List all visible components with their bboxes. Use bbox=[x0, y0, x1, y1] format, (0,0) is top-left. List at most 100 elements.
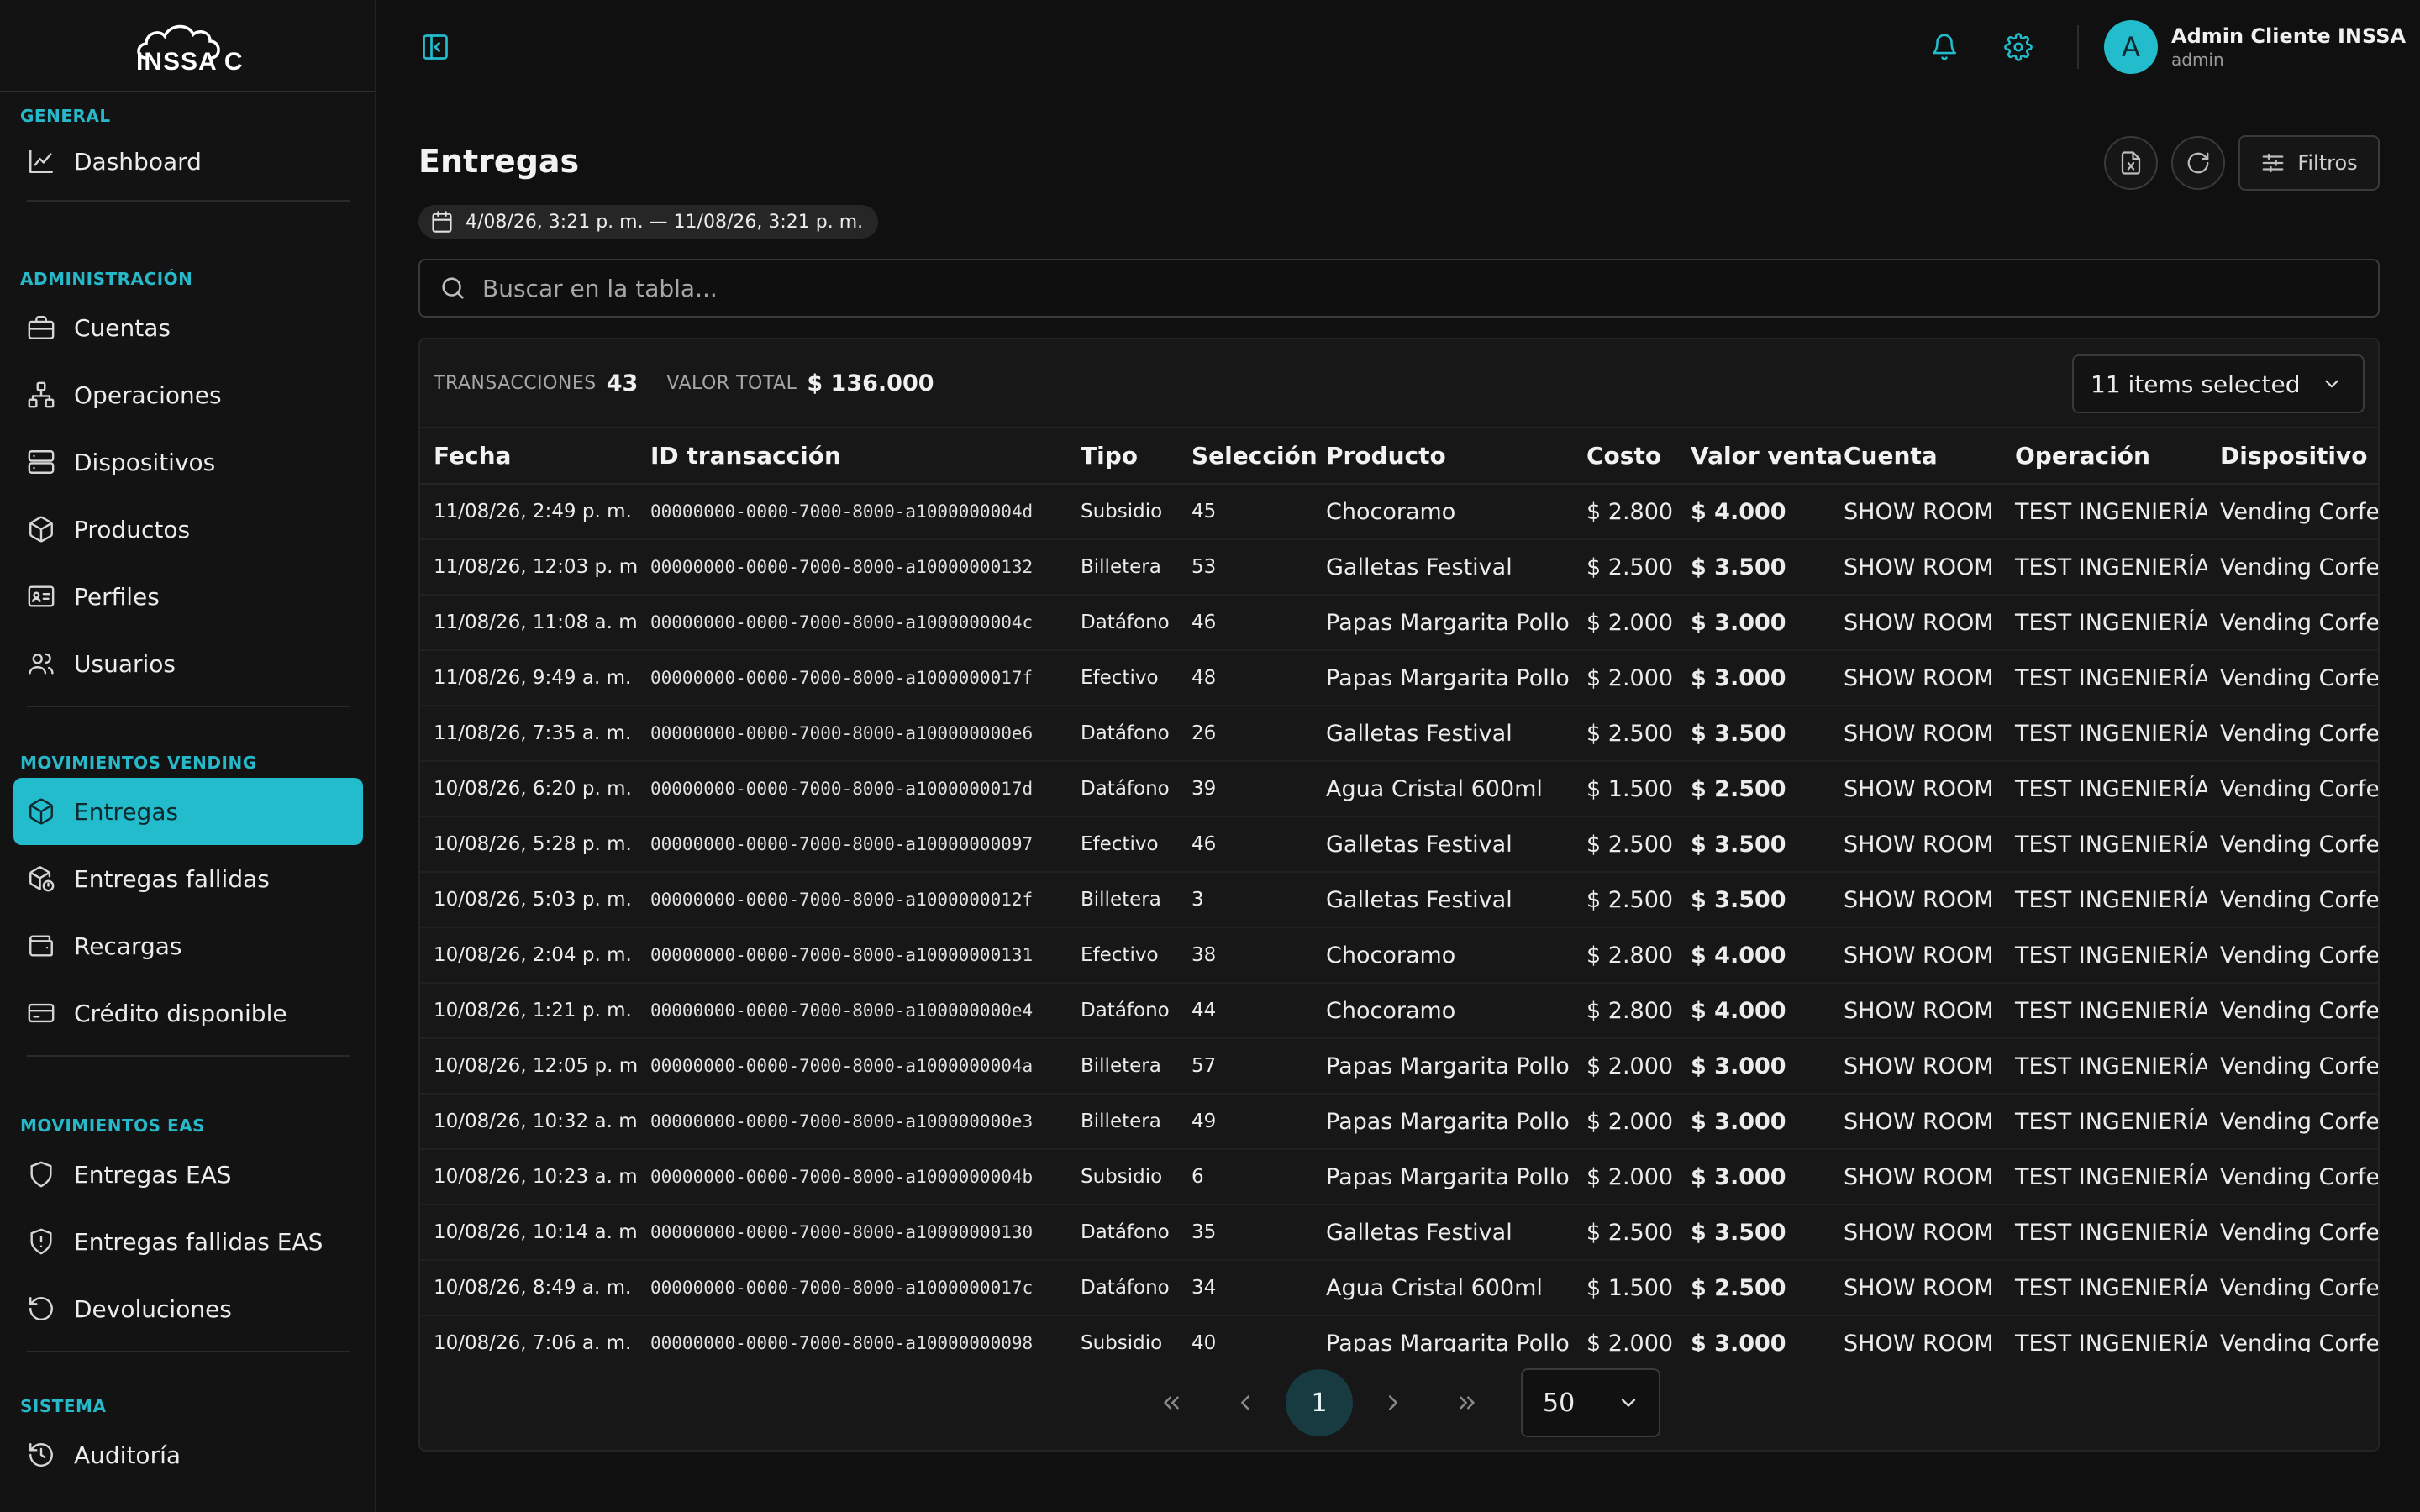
cell-operation: TEST INGENIERÍA bbox=[2002, 1260, 2207, 1316]
table-row[interactable]: 11/08/26, 7:35 a. m. 00000000-0000-7000-8… bbox=[420, 706, 2378, 762]
cell-selection: 34 bbox=[1178, 1260, 1313, 1316]
columns-select[interactable]: 11 items selected bbox=[2072, 354, 2365, 413]
page-title: Entregas bbox=[418, 143, 580, 180]
column-header[interactable]: Valor venta bbox=[1677, 428, 1843, 485]
sidebar-toggle-button[interactable] bbox=[417, 29, 454, 66]
cell-cost: $ 2.000 bbox=[1573, 650, 1677, 706]
sidebar-item-entregas-fallidas[interactable]: Entregas fallidas bbox=[13, 845, 363, 912]
column-header[interactable]: ID transacción bbox=[637, 428, 1067, 485]
nav-section-title: ADMINISTRACIÓN bbox=[20, 269, 193, 289]
cell-type: Billetera bbox=[1067, 539, 1178, 596]
cell-operation: TEST INGENIERÍA bbox=[2002, 706, 2207, 762]
sidebar-item-cuentas[interactable]: Cuentas bbox=[13, 294, 363, 361]
table-row[interactable]: 10/08/26, 1:21 p. m. 00000000-0000-7000-8… bbox=[420, 983, 2378, 1039]
cell-account: SHOW ROOM bbox=[1830, 706, 2002, 762]
previous-page-button[interactable] bbox=[1212, 1369, 1279, 1436]
nav-section-3: MOVIMIENTOS EAS Entregas EAS Entregas fall… bbox=[0, 1114, 376, 1352]
search-icon bbox=[442, 277, 464, 299]
column-header[interactable]: Fecha bbox=[420, 428, 637, 485]
sidebar-item-entregas-eas[interactable]: Entregas EAS bbox=[13, 1141, 363, 1208]
table-row[interactable]: 10/08/26, 10:14 a. m. 00000000-0000-7000-… bbox=[420, 1205, 2378, 1261]
column-header[interactable]: Dispositivo bbox=[2207, 428, 2378, 485]
sidebar-item-perfiles[interactable]: Perfiles bbox=[13, 563, 363, 630]
user-role: admin bbox=[2171, 50, 2224, 70]
sidebar-item-operaciones[interactable]: Operaciones bbox=[13, 361, 363, 428]
column-header[interactable]: Operación bbox=[2002, 428, 2207, 485]
first-page-button[interactable] bbox=[1138, 1369, 1205, 1436]
table-row[interactable]: 10/08/26, 8:49 a. m. 00000000-0000-7000-8… bbox=[420, 1260, 2378, 1316]
next-page-button[interactable] bbox=[1360, 1369, 1427, 1436]
table-row[interactable]: 11/08/26, 9:49 a. m. 00000000-0000-7000-8… bbox=[420, 650, 2378, 706]
filters-button[interactable]: Filtros bbox=[2238, 135, 2380, 191]
cell-transaction-id: 00000000-0000-7000-8000-a100000000e4 bbox=[637, 983, 1067, 1039]
nav-section-title: SISTEMA bbox=[20, 1396, 107, 1416]
table-row[interactable]: 11/08/26, 11:08 a. m. 00000000-0000-7000-… bbox=[420, 595, 2378, 651]
table-scroll-area[interactable]: Fecha ID transacción Tipo Selección Producto… bbox=[420, 428, 2378, 1352]
cell-operation: TEST INGENIERÍA bbox=[2002, 927, 2207, 984]
current-page-button[interactable]: 1 bbox=[1286, 1369, 1353, 1436]
column-header[interactable]: Costo bbox=[1573, 428, 1677, 485]
column-header[interactable]: Selección bbox=[1178, 428, 1318, 485]
refresh-button[interactable] bbox=[2171, 136, 2225, 190]
cell-device: Vending Corfer bbox=[2207, 927, 2378, 984]
table-row[interactable]: 11/08/26, 12:03 p. m. 00000000-0000-7000-… bbox=[420, 539, 2378, 596]
cell-type: Datáfono bbox=[1067, 706, 1178, 762]
sidebar-item-credito-disponible[interactable]: Crédito disponible bbox=[13, 979, 363, 1047]
sidebar-item-dispositivos[interactable]: Dispositivos bbox=[13, 428, 363, 496]
cell-product: Galletas Festival bbox=[1313, 816, 1573, 873]
cell-transaction-id: 00000000-0000-7000-8000-a100000000e6 bbox=[637, 706, 1067, 762]
sidebar-item-devoluciones[interactable]: Devoluciones bbox=[13, 1275, 363, 1342]
cell-cost: $ 1.500 bbox=[1573, 761, 1677, 817]
cell-operation: TEST INGENIERÍA bbox=[2002, 1315, 2207, 1352]
search-input[interactable] bbox=[482, 274, 2331, 302]
briefcase-icon bbox=[28, 316, 55, 339]
cell-account: SHOW ROOM bbox=[1830, 1094, 2002, 1150]
sidebar-item-dashboard[interactable]: Dashboard bbox=[13, 131, 363, 192]
page-size-select[interactable]: 50 bbox=[1521, 1368, 1660, 1437]
sidebar-item-label: Productos bbox=[74, 515, 191, 543]
table-row[interactable]: 10/08/26, 5:03 p. m. 00000000-0000-7000-8… bbox=[420, 872, 2378, 928]
cell-product: Chocoramo bbox=[1313, 927, 1573, 984]
cell-operation: TEST INGENIERÍA bbox=[2002, 1149, 2207, 1205]
table-row[interactable]: 10/08/26, 10:32 a. m. 00000000-0000-7000-… bbox=[420, 1094, 2378, 1150]
cell-cost: $ 2.500 bbox=[1573, 1205, 1677, 1261]
column-header[interactable]: Producto bbox=[1313, 428, 1573, 485]
cell-sale-value: $ 4.000 bbox=[1677, 927, 1830, 984]
table-row[interactable]: 11/08/26, 2:49 p. m. 00000000-0000-7000-8… bbox=[420, 484, 2378, 540]
cell-operation: TEST INGENIERÍA bbox=[2002, 650, 2207, 706]
cell-account: SHOW ROOM bbox=[1830, 1260, 2002, 1316]
column-header[interactable]: Cuenta bbox=[1830, 428, 2002, 485]
table-row[interactable]: 10/08/26, 6:20 p. m. 00000000-0000-7000-8… bbox=[420, 761, 2378, 817]
date-range-picker[interactable]: 4/08/26, 3:21 p. m. — 11/08/26, 3:21 p. … bbox=[418, 205, 879, 239]
column-header[interactable]: Tipo bbox=[1067, 428, 1178, 485]
cell-type: Billetera bbox=[1067, 872, 1178, 928]
settings-button[interactable] bbox=[2000, 29, 2037, 66]
notifications-button[interactable] bbox=[1926, 29, 1963, 66]
export-excel-button[interactable] bbox=[2104, 136, 2158, 190]
logo[interactable]: INSSA CS bbox=[0, 0, 375, 92]
table-row[interactable]: 10/08/26, 10:23 a. m. 00000000-0000-7000-… bbox=[420, 1149, 2378, 1205]
cell-date: 11/08/26, 7:35 a. m. bbox=[420, 706, 637, 762]
cell-transaction-id: 00000000-0000-7000-8000-a10000000131 bbox=[637, 927, 1067, 984]
cell-product: Agua Cristal 600ml bbox=[1313, 1260, 1573, 1316]
sidebar-item-usuarios[interactable]: Usuarios bbox=[13, 630, 363, 697]
sidebar-item-auditoria[interactable]: Auditoría bbox=[13, 1421, 363, 1488]
cell-account: SHOW ROOM bbox=[1830, 927, 2002, 984]
sidebar: INSSA CS GENERAL Dashboard ADMINISTRACIÓN C… bbox=[0, 0, 376, 1512]
sidebar-item-entregas-fallidas-eas[interactable]: Entregas fallidas EAS bbox=[13, 1208, 363, 1275]
cell-cost: $ 2.000 bbox=[1573, 1094, 1677, 1150]
cell-device: Vending Corfer bbox=[2207, 983, 2378, 1039]
sidebar-item-productos[interactable]: Productos bbox=[13, 496, 363, 563]
cell-date: 10/08/26, 6:20 p. m. bbox=[420, 761, 637, 817]
file-spreadsheet-icon bbox=[2121, 151, 2141, 175]
user-menu[interactable]: A Admin Cliente INSSA admin bbox=[2104, 20, 2406, 74]
cell-product: Papas Margarita Pollo bbox=[1313, 650, 1573, 706]
cell-sale-value: $ 3.000 bbox=[1677, 650, 1830, 706]
table-row[interactable]: 10/08/26, 12:05 p. m. 00000000-0000-7000-… bbox=[420, 1038, 2378, 1095]
table-row[interactable]: 10/08/26, 2:04 p. m. 00000000-0000-7000-8… bbox=[420, 927, 2378, 984]
table-row[interactable]: 10/08/26, 5:28 p. m. 00000000-0000-7000-8… bbox=[420, 816, 2378, 873]
sidebar-item-entregas[interactable]: Entregas bbox=[13, 778, 363, 845]
table-row[interactable]: 10/08/26, 7:06 a. m. 00000000-0000-7000-8… bbox=[420, 1315, 2378, 1352]
last-page-button[interactable] bbox=[1434, 1369, 1501, 1436]
sidebar-item-recargas[interactable]: Recargas bbox=[13, 912, 363, 979]
